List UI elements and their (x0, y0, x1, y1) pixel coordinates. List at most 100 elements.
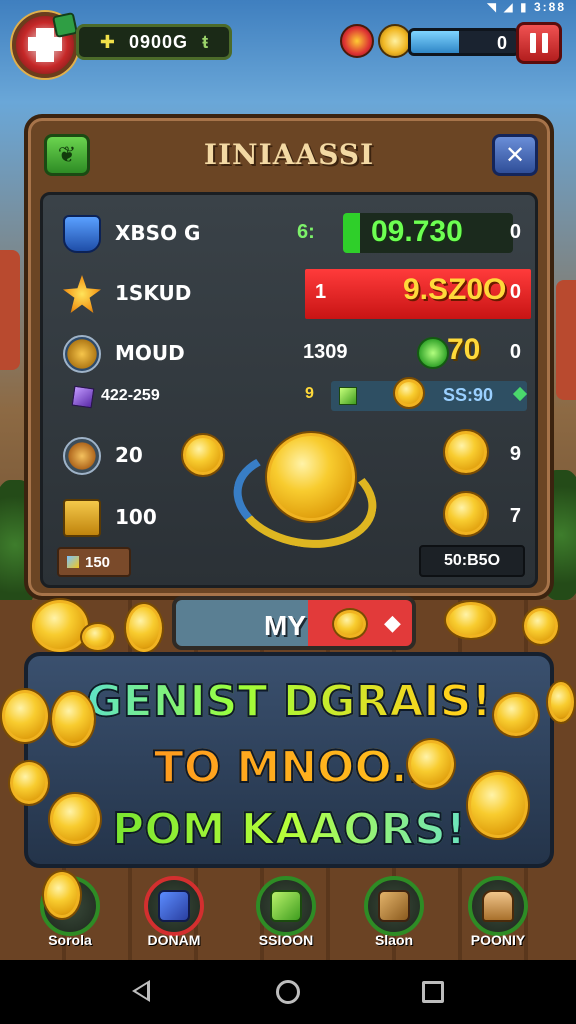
footer-left-badge: 150 (57, 547, 131, 577)
stat-end: 0 (509, 281, 521, 303)
nav-label: SSIOON (258, 932, 314, 948)
cube-icon (339, 387, 357, 405)
stat-value: 09.730 (371, 215, 463, 248)
stat-mid: 1309 (303, 341, 348, 363)
coin-icon (522, 606, 560, 646)
stat-label: MOUD (115, 341, 185, 365)
nav-item-ssioon[interactable]: SSIOON (246, 876, 326, 956)
my-button[interactable]: MY ◆ (172, 596, 416, 650)
stat-row[interactable]: XBSO G 6: 09.730 0 (53, 209, 531, 259)
back-icon[interactable] (132, 980, 150, 1002)
chest-icon (270, 890, 302, 922)
ruby-icon[interactable] (340, 24, 374, 58)
promo-line-1: GENIST DGRAIS! (28, 675, 550, 728)
close-icon: ✕ (504, 141, 526, 169)
cube-icon (67, 556, 79, 568)
card-icon (63, 499, 101, 537)
map-icon (158, 890, 190, 922)
coin-icon (30, 598, 90, 654)
footer-right-badge: 50:B5O (419, 545, 525, 577)
nav-label: Sorola (48, 932, 92, 948)
energy-fill (411, 31, 459, 53)
coin-icon (181, 433, 225, 477)
nav-item-pooniy[interactable]: POONIY (458, 876, 538, 956)
energy-value: 0 (496, 33, 507, 53)
pause-icon-bar-left (530, 33, 536, 53)
gold-badge-icon[interactable] (378, 24, 412, 58)
stat-row[interactable]: 422-259 9 SS:90 (53, 377, 531, 415)
green-coin-icon (417, 337, 449, 369)
stat-label: 100 (115, 505, 157, 529)
coin-icon (443, 491, 489, 537)
stat-end: 9 (509, 443, 521, 465)
stat-left: 1 (315, 281, 327, 303)
xp-suffix-icon: ŧ (202, 31, 209, 52)
android-nav-bar (0, 960, 576, 1024)
arrow-icon: ◆ (384, 610, 401, 635)
pause-button[interactable] (516, 22, 562, 64)
scene-roof-right (556, 280, 576, 400)
nav-item-slaon[interactable]: Slaon (354, 876, 434, 956)
character-icon (482, 890, 514, 922)
xp-prefix-icon: ✚ (99, 31, 116, 52)
home-icon[interactable] (276, 980, 300, 1004)
stat-label: 20 (115, 443, 143, 467)
coin-icon (466, 770, 530, 840)
coin-icon (8, 760, 50, 806)
level-badge-icon (51, 11, 79, 39)
pause-icon-bar-right (542, 33, 548, 53)
trophy-icon (63, 335, 101, 373)
coin-icon (80, 622, 116, 652)
stat-bar (331, 381, 527, 411)
coin-icon (50, 690, 96, 748)
avatar-cross-icon-bar (28, 37, 62, 51)
status-time: 3:88 (533, 0, 566, 14)
panel-body: XBSO G 6: 09.730 0 1SKUD 1 9.SZ0O 0 MOUD… (40, 192, 538, 588)
stats-panel: ❦ IINIAASSI ✕ XBSO G 6: 09.730 0 1SKUD 1… (24, 114, 554, 600)
stat-value: SS:90 (443, 385, 494, 405)
stat-label: 422-259 (101, 387, 160, 404)
coin-icon (0, 688, 50, 744)
promo-banner[interactable]: GENIST DGRAIS! TO MNOO.. POM KAAORS! (24, 652, 554, 868)
stat-end: 7 (509, 505, 521, 527)
my-button-label: MY (264, 610, 306, 641)
coin-icon (546, 680, 576, 724)
coin-icon (48, 792, 102, 846)
scene-roof-left (0, 250, 20, 370)
big-star-coin-icon[interactable] (265, 431, 357, 523)
coin-icon (406, 738, 456, 790)
stat-row[interactable]: MOUD 1309 70 0 (53, 329, 531, 379)
nav-label: Slaon (374, 932, 414, 948)
player-avatar[interactable] (12, 11, 79, 78)
stat-end: 0 (509, 341, 521, 363)
tool-icon (378, 890, 410, 922)
nav-label: DONAM (147, 932, 201, 948)
nav-label: POONIY (470, 932, 526, 948)
coin-icon (492, 692, 540, 738)
footer-right-value: 50:B5O (443, 552, 501, 569)
stat-label: XBSO G (115, 221, 201, 245)
battery-icon: ▮ (520, 0, 529, 14)
wifi-icon: ◥ (486, 0, 499, 14)
nav-item-sorola[interactable]: Sorola (30, 870, 110, 956)
panel-header: ❦ IINIAASSI ✕ (28, 118, 550, 192)
star-burst-icon (63, 275, 101, 313)
energy-bar: 0 (408, 28, 520, 56)
stat-row[interactable]: 1SKUD 1 9.SZ0O 0 (53, 269, 531, 319)
coin-icon (124, 602, 164, 654)
lion-emblem-icon (63, 437, 101, 475)
coin-icon (332, 608, 368, 640)
bottom-nav: Sorola DONAM SSIOON Slaon POONIY (0, 870, 576, 960)
recents-icon[interactable] (422, 981, 444, 1003)
signal-icon: ◢ (503, 0, 515, 14)
footer-left-value: 150 (85, 553, 111, 571)
status-icons: ◥ ◢ ▮ 3:88 (487, 0, 566, 14)
panel-title: IINIAASSI (203, 138, 375, 171)
coin-icon (444, 600, 498, 640)
panel-close-button[interactable]: ✕ (492, 134, 538, 176)
stat-label: 1SKUD (115, 281, 192, 305)
stat-value: 70 (447, 333, 481, 366)
stat-end: 0 (509, 221, 521, 243)
nav-item-donam[interactable]: DONAM (134, 876, 214, 956)
gem-icon (71, 385, 95, 409)
